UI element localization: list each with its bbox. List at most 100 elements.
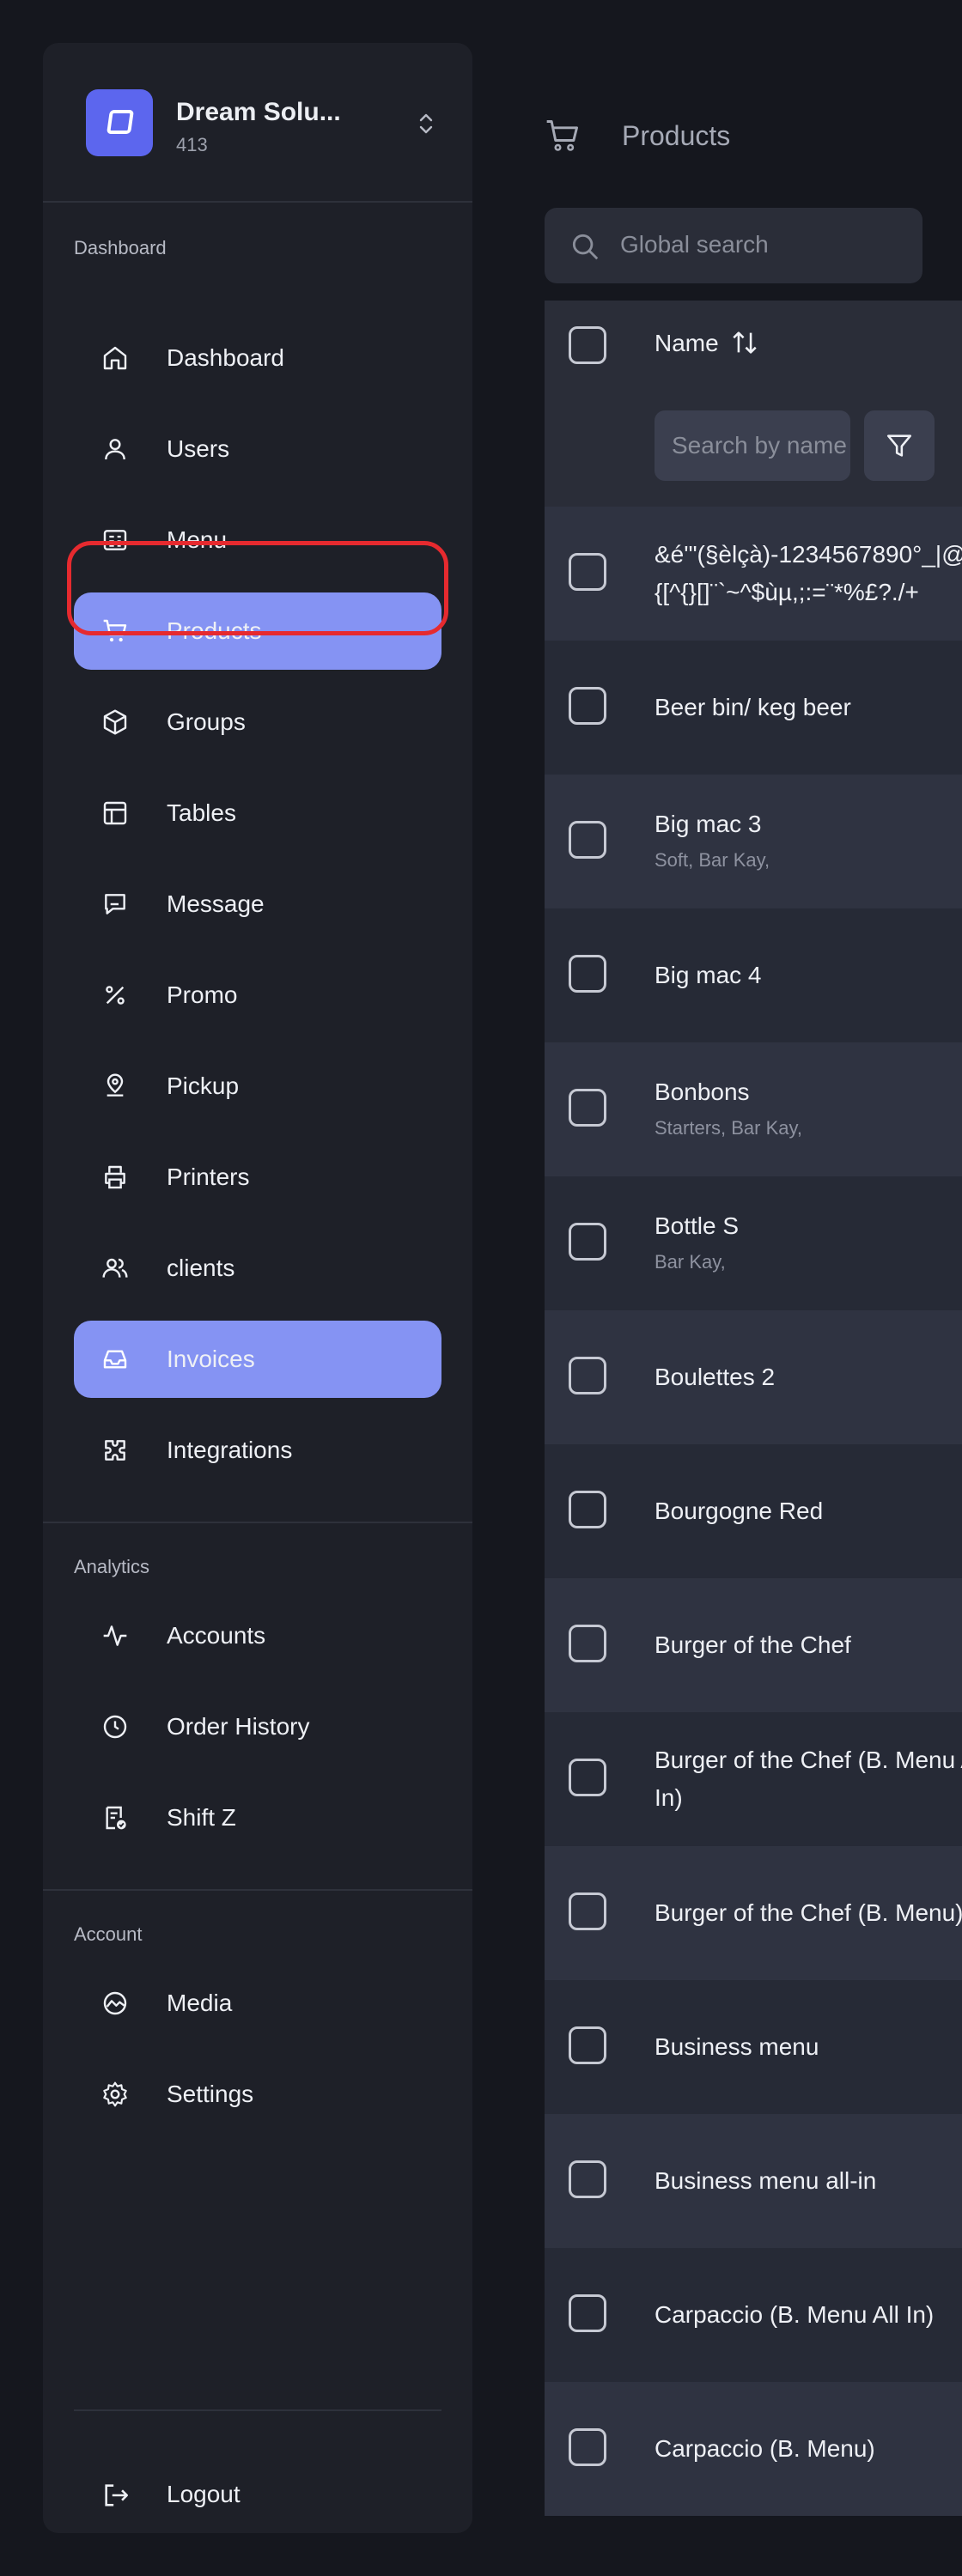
name-filter-input[interactable] [655,410,850,481]
location-icon [107,1073,124,1097]
row-checkbox[interactable] [569,1893,606,1930]
table-row[interactable]: &é'"(§èlçà)-1234567890°_|@ {[^{}[]¨`~^$ùµ… [545,507,962,641]
table-row[interactable]: Beer bin/ keg beer [545,641,962,775]
product-name-line2: In) [655,1784,683,1811]
chevron-updown-icon [419,113,433,134]
row-checkbox[interactable] [569,2160,606,2198]
row-checkbox[interactable] [569,1089,606,1127]
user-icon [105,439,125,460]
sidebar-item-media[interactable]: Media [74,1965,441,2042]
media-icon [103,1991,127,2015]
product-categories: Soft, Bar Kay, [655,849,770,871]
table-row[interactable]: Burger of the Chef (B. Menu All In) [545,1712,962,1846]
sidebar-item-label: Shift Z [167,1804,236,1831]
sidebar-item-integrations[interactable]: Integrations [74,1412,441,1489]
sidebar-item-clients[interactable]: clients [74,1230,441,1307]
sidebar-item-order-history[interactable]: Order History [74,1688,441,1765]
filter-icon [886,434,912,457]
table-row[interactable]: Burger of the Chef (B. Menu) [545,1846,962,1980]
sidebar-item-shift-z[interactable]: Shift Z [74,1779,441,1856]
page-title: Products [622,120,731,151]
name-filter[interactable] [655,410,850,481]
sidebar-item-printers[interactable]: Printers [74,1139,441,1216]
table-row[interactable]: Carpaccio (B. Menu All In) [545,2248,962,2382]
team-switcher[interactable]: Dream Solu... 413 [86,89,447,158]
sidebar-item-settings[interactable]: Settings [74,2056,441,2133]
sidebar-item-pickup[interactable]: Pickup [74,1048,441,1125]
row-checkbox[interactable] [569,687,606,725]
inbox-icon [103,1350,127,1369]
sidebar-item-message[interactable]: Message [74,866,441,943]
row-checkbox[interactable] [569,955,606,993]
sidebar-item-tables[interactable]: Tables [74,775,441,852]
sort-icon[interactable] [730,326,759,359]
row-checkbox[interactable] [569,2026,606,2064]
search-input[interactable] [620,223,904,266]
product-name: Carpaccio (B. Menu All In) [655,2301,935,2328]
select-all-checkbox[interactable] [569,326,606,364]
global-search[interactable] [545,208,922,283]
product-name: Bourgogne Red [655,1498,824,1524]
team-logo [86,89,153,156]
divider [43,1889,472,1891]
product-name: &é'"(§èlçà)-1234567890°_|@ [655,541,962,568]
sidebar-item-label: Integrations [167,1437,293,1463]
sidebar-item-label: Message [167,890,265,917]
sidebar-item-accounts[interactable]: Accounts [74,1597,441,1674]
sidebar-item-label: Accounts [167,1622,266,1649]
product-name: Beer bin/ keg beer [655,694,851,720]
column-header-name[interactable]: Name [655,330,719,357]
product-name: Bonbons [655,1078,750,1105]
cart-icon [546,120,578,151]
product-categories: Bar Kay, [655,1251,726,1273]
search-icon [572,234,599,260]
table-row[interactable]: Business menu [545,1980,962,2114]
product-name: Boulettes 2 [655,1364,776,1390]
divider [43,201,472,203]
sidebar-item-label: Promo [167,981,238,1008]
product-name-line2: {[^{}[]¨`~^$ùµ,;:=¨*%£?./+ [655,579,919,605]
sidebar-item-label: Pickup [167,1072,240,1099]
sidebar-item-label: clients [167,1255,235,1281]
sidebar-item-label: Settings [167,2081,254,2107]
row-checkbox[interactable] [569,1759,606,1796]
table-row[interactable]: Big mac 3 Soft, Bar Kay, [545,775,962,908]
home-icon [103,346,127,370]
team-name: Dream Solu... [176,98,341,126]
product-name: Big mac 4 [655,962,762,988]
row-checkbox[interactable] [569,553,606,591]
row-checkbox[interactable] [569,1223,606,1261]
product-name: Burger of the Chef (B. Menu All [655,1747,962,1773]
row-checkbox[interactable] [569,1625,606,1662]
row-checkbox[interactable] [569,821,606,859]
product-name: Big mac 3 [655,811,762,837]
table-row[interactable]: Bottle S Bar Kay, [545,1176,962,1310]
product-name: Business menu [655,2033,819,2060]
table-row[interactable]: Burger of the Chef [545,1578,962,1712]
sidebar-item-label: Invoices [167,1346,255,1372]
gear-icon [103,2081,127,2107]
sidebar-item-label: Users [167,435,230,462]
logout-button[interactable]: Logout [74,2456,441,2533]
sidebar-item-users[interactable]: Users [74,410,441,488]
row-checkbox[interactable] [569,1357,606,1394]
table-row[interactable]: Bourgogne Red [545,1444,962,1578]
table-row[interactable]: Bonbons Starters, Bar Kay, [545,1042,962,1176]
box-icon [103,709,127,735]
sidebar-item-groups[interactable]: Groups [74,683,441,761]
sidebar-item-promo[interactable]: Promo [74,957,441,1034]
table-row[interactable]: Carpaccio (B. Menu) [545,2382,962,2516]
sidebar-item-dashboard[interactable]: Dashboard [74,319,441,397]
row-checkbox[interactable] [569,2294,606,2332]
row-checkbox[interactable] [569,1491,606,1528]
sidebar-item-invoices[interactable]: Invoices [74,1321,441,1398]
row-checkbox[interactable] [569,2428,606,2466]
table-row[interactable]: Big mac 4 [545,908,962,1042]
table-header: Name [545,301,962,507]
table-row[interactable]: Business menu all-in [545,2114,962,2248]
filter-button[interactable] [864,410,935,481]
logout-label: Logout [167,2481,240,2507]
table-row[interactable]: Boulettes 2 [545,1310,962,1444]
puzzle-icon [105,1440,125,1461]
products-table: Name &é'"(§èlçà)-1234567890°_|@ {[^{}[]¨`… [545,301,962,2533]
